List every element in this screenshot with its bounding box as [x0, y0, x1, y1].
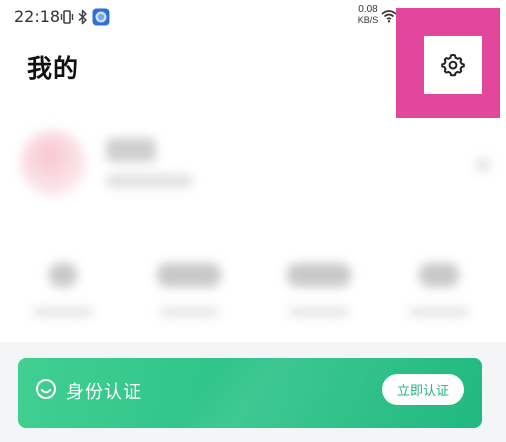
bluetooth-icon — [78, 9, 87, 25]
stat-label-blurred — [289, 307, 349, 317]
username-blurred — [106, 138, 156, 162]
vibrate-icon — [60, 10, 74, 24]
stat-value-blurred — [287, 263, 351, 287]
stat-value-blurred — [419, 263, 459, 287]
stat-value-blurred — [49, 263, 77, 287]
status-icons — [60, 8, 110, 26]
stat-label-blurred — [33, 307, 93, 317]
net-speed-unit: KB/S — [357, 15, 379, 25]
wifi-icon — [381, 10, 397, 23]
identity-verification-card[interactable]: 身份认证 立即认证 — [18, 358, 482, 428]
stat-item[interactable] — [264, 255, 374, 335]
stat-item[interactable] — [384, 255, 494, 335]
avatar[interactable] — [20, 130, 86, 196]
app-notification-icon — [92, 8, 110, 26]
chevron-right-icon — [476, 158, 490, 172]
smile-face-icon — [36, 379, 56, 399]
net-speed: 0.08 KB/S — [352, 4, 384, 26]
page-title: 我的 — [27, 54, 80, 83]
user-subtitle-blurred — [106, 174, 192, 188]
stat-label-blurred — [409, 307, 469, 317]
net-speed-value: 0.08 — [358, 4, 378, 15]
gear-icon — [441, 53, 465, 77]
verify-now-button[interactable]: 立即认证 — [382, 374, 464, 405]
identity-verification-label: 身份认证 — [66, 382, 142, 403]
settings-button[interactable] — [424, 36, 482, 94]
stat-item[interactable] — [8, 255, 118, 335]
stat-item[interactable] — [134, 255, 244, 335]
status-time: 22:18 — [14, 7, 61, 26]
stat-label-blurred — [159, 307, 219, 317]
stat-value-blurred — [157, 263, 221, 287]
